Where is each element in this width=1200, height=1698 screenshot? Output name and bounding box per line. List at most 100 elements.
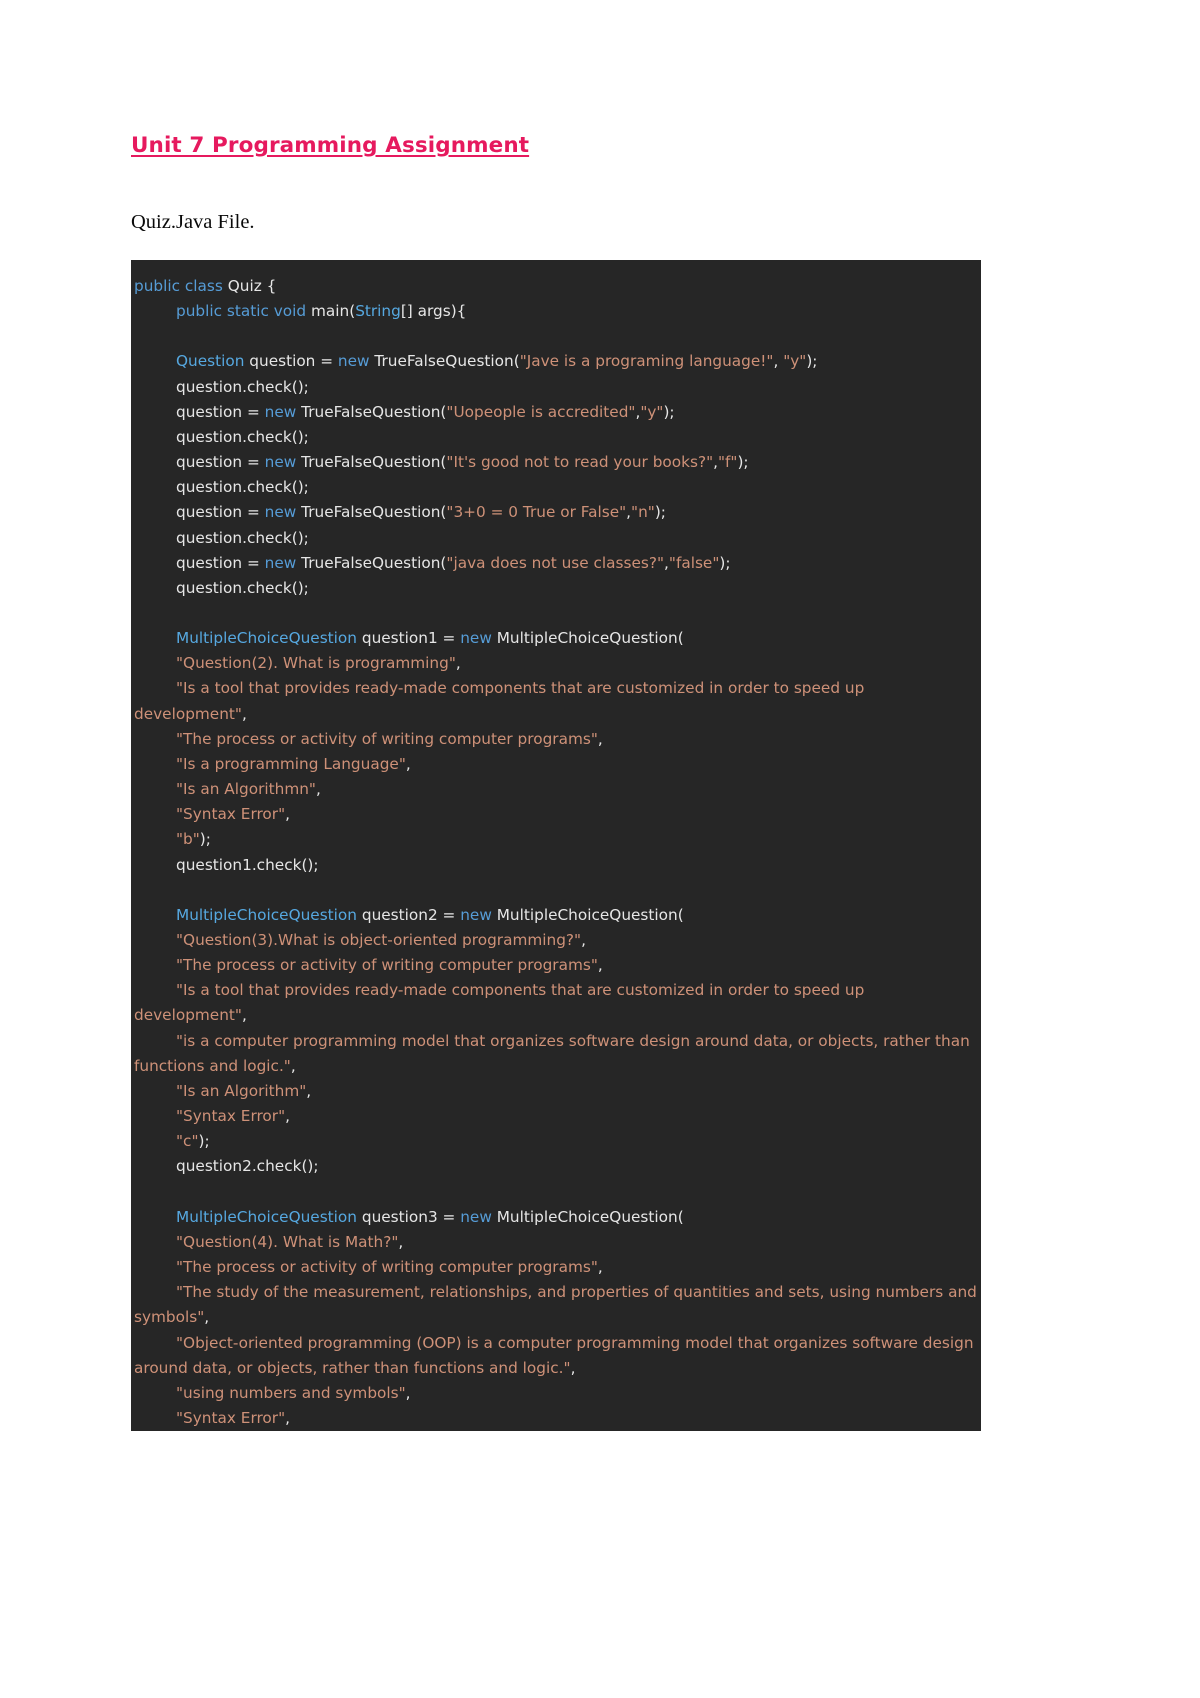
code-line: "b"); (131, 827, 981, 852)
code-token-str: "The process or activity of writing comp… (176, 1258, 598, 1277)
code-token-pln: question = (176, 553, 265, 572)
code-token-str: "n" (631, 503, 655, 522)
code-line: public class Quiz { (131, 274, 981, 299)
code-line: question = new TrueFalseQuestion("java d… (131, 551, 981, 576)
code-line: "Syntax Error", (131, 1104, 981, 1129)
code-token-pln: ); (737, 453, 749, 472)
code-token-pln: , (597, 729, 603, 748)
code-line: question2.check(); (131, 1154, 981, 1179)
code-token-pln: TrueFalseQuestion( (296, 553, 447, 572)
code-token-pln: , (204, 1308, 210, 1327)
code-token-pln: question = (176, 453, 265, 472)
code-token-kw: new (264, 503, 297, 522)
code-token-pln: MultipleChoiceQuestion( (491, 629, 684, 648)
code-token-kw: new (460, 629, 492, 648)
code-token-str: "Question(2). What is programming" (176, 654, 456, 673)
code-listing: public class Quiz {public static void ma… (131, 274, 981, 1431)
code-token-str: "Is an Algorithmn" (176, 780, 316, 799)
document-text-content: Unit 7 Programming Assignment Quiz.Java … (131, 0, 981, 236)
code-token-str: "Question(4). What is Math?" (176, 1232, 399, 1251)
code-token-str: "c" (176, 1132, 199, 1151)
java-code-block: public class Quiz {public static void ma… (131, 260, 981, 1432)
code-token-pln: question1 = (357, 629, 461, 648)
code-token-pln: question2.check(); (176, 1157, 319, 1176)
code-token-pln: , (315, 780, 321, 799)
code-token-pln: TrueFalseQuestion( (296, 402, 447, 421)
code-token-str: "The process or activity of writing comp… (176, 956, 598, 975)
code-token-typ2: Question (176, 352, 245, 371)
code-line: "Question(4). What is Math?", (131, 1230, 981, 1255)
code-token-str: "java does not use classes?" (446, 553, 665, 572)
code-line: "Syntax Error", (131, 802, 981, 827)
code-token-pln: question.check(); (176, 377, 309, 396)
code-token-pln: , (285, 1107, 290, 1126)
code-token-pln: , (398, 1232, 404, 1251)
code-token-kw: new (337, 352, 370, 371)
section-subtitle: Quiz.Java File. (131, 210, 255, 233)
code-token-pln: question3 = (357, 1207, 461, 1226)
code-line: "The process or activity of writing comp… (131, 727, 981, 752)
code-token-pln: question.check(); (176, 528, 309, 547)
code-token-pln: ); (719, 553, 731, 572)
code-token-str: "false" (668, 553, 720, 572)
code-line: question.check(); (131, 475, 981, 500)
code-line: "Question(2). What is programming", (131, 651, 981, 676)
code-token-pln: , (581, 931, 586, 950)
code-token-pln: MultipleChoiceQuestion( (491, 905, 684, 924)
code-line: question.check(); (131, 526, 981, 551)
code-token-pln: , (405, 754, 411, 773)
code-token-typ2: String (355, 302, 401, 321)
code-token-pln: ); (199, 830, 211, 849)
code-line: question = new TrueFalseQuestion("Uopeop… (131, 400, 981, 425)
code-line: "Object-oriented programming (OOP) is a … (131, 1331, 981, 1381)
code-token-pln: , (570, 1358, 576, 1377)
code-token-str: "y" (640, 402, 664, 421)
code-token-pln: , (285, 805, 290, 824)
code-line: public static void main(String[] args){ (131, 299, 981, 324)
code-token-str: "is a computer programming model that or… (134, 1031, 975, 1075)
code-token-str: "Syntax Error" (176, 1408, 286, 1427)
code-line: "The process or activity of writing comp… (131, 1255, 981, 1280)
code-line: Question question = new TrueFalseQuestio… (131, 349, 981, 374)
code-line: question = new TrueFalseQuestion("3+0 = … (131, 500, 981, 525)
code-token-typ2: MultipleChoiceQuestion (176, 905, 357, 924)
code-line: "The study of the measurement, relations… (131, 1280, 981, 1330)
code-token-str: "f" (717, 453, 738, 472)
code-token-pln: question = (244, 352, 338, 371)
code-token-str: "Object-oriented programming (OOP) is a … (134, 1333, 979, 1377)
code-token-pln: [] args){ (400, 302, 467, 321)
code-token-pln: , (597, 956, 603, 975)
code-token-str: "Uopeople is accredited" (446, 402, 636, 421)
code-line: "Is an Algorithmn", (131, 777, 981, 802)
code-line: MultipleChoiceQuestion question2 = new M… (131, 903, 981, 928)
code-line: "Question(3).What is object-oriented pro… (131, 928, 981, 953)
code-token-pln: main( (306, 302, 356, 321)
code-token-pln: MultipleChoiceQuestion( (491, 1207, 684, 1226)
code-token-str: "Is an Algorithm" (176, 1081, 307, 1100)
code-line: "The process or activity of writing comp… (131, 953, 981, 978)
code-token-pln: ); (806, 352, 818, 371)
code-line: question.check(); (131, 375, 981, 400)
code-line: question.check(); (131, 425, 981, 450)
code-token-pln: TrueFalseQuestion( (369, 352, 520, 371)
code-line: "using numbers and symbols", (131, 1381, 981, 1406)
code-token-str: "Syntax Error" (176, 1107, 286, 1126)
code-token-pln: question.check(); (176, 427, 309, 446)
code-line: "is a computer programming model that or… (131, 1029, 981, 1079)
code-token-str: "3+0 = 0 True or False" (446, 503, 627, 522)
document-page: Unit 7 Programming Assignment Quiz.Java … (0, 0, 1200, 1698)
code-line: "Is a tool that provides ready-made comp… (131, 676, 981, 726)
code-token-str: "It's good not to read your books?" (446, 453, 714, 472)
code-token-str: "The process or activity of writing comp… (176, 729, 598, 748)
code-line: MultipleChoiceQuestion question3 = new M… (131, 1205, 981, 1230)
code-line: question = new TrueFalseQuestion("It's g… (131, 450, 981, 475)
code-token-str: "Syntax Error" (176, 805, 286, 824)
code-token-pln: question1.check(); (176, 855, 319, 874)
code-token-kw: new (460, 905, 492, 924)
code-token-kw: public static void (176, 302, 307, 321)
code-token-pln: , (290, 1056, 296, 1075)
code-line: "Is a tool that provides ready-made comp… (131, 978, 981, 1028)
